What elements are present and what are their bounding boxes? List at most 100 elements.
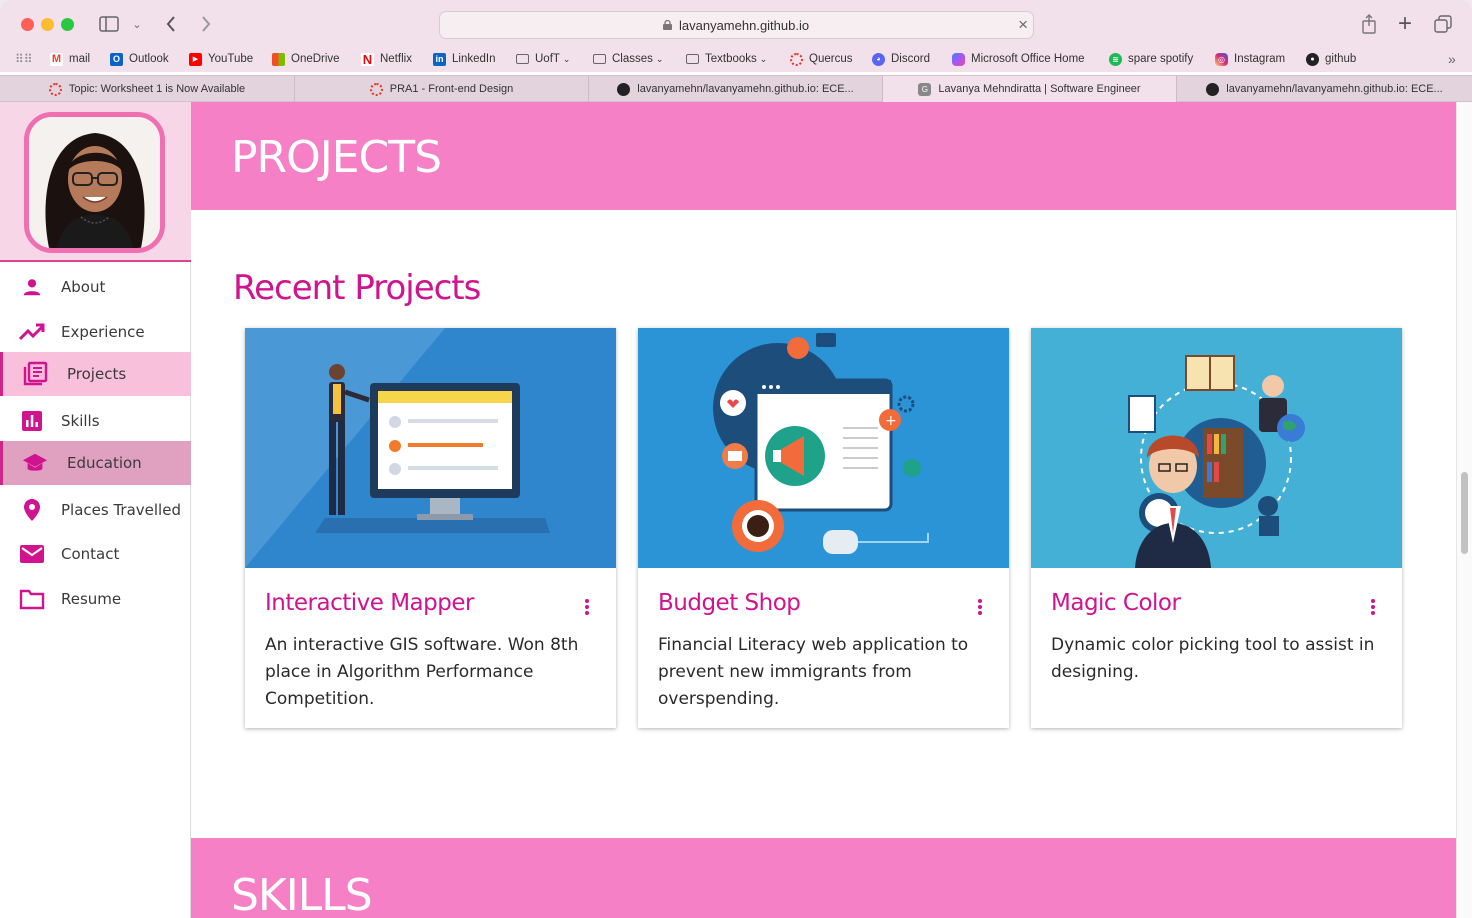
more-vert-icon[interactable] [1370,598,1376,616]
sidebar-item-resume[interactable]: Resume [0,577,191,621]
bookmark-netflix[interactable]: N Netflix [361,50,412,68]
project-card-interactive-mapper[interactable]: Interactive Mapper An interactive GIS so… [245,328,616,728]
discord-icon: ◕ [872,52,885,66]
sidebar-item-experience[interactable]: Experience [0,310,191,354]
project-image [245,328,616,568]
quercus-icon [48,82,62,96]
project-title[interactable]: Interactive Mapper [265,590,474,616]
bookmark-office[interactable]: Microsoft Office Home [952,50,1085,68]
bookmark-label: Textbooks [705,53,757,65]
bookmark-label: Outlook [129,53,169,65]
close-window-button[interactable] [21,18,34,31]
more-vert-icon[interactable] [977,598,983,616]
chevron-down-icon[interactable]: ⌄ [130,14,144,34]
bookmarks-bar: ⠿⠿ Mmail O Outlook ▶ YouTube OneDrive N Net… [0,46,1472,72]
tab-worksheet[interactable]: Topic: Worksheet 1 is Now Available [0,76,295,102]
section-title: SKILLS [231,870,373,918]
section-title: PROJECTS [231,132,442,183]
url-text: lavanyamehn.github.io [679,18,810,33]
project-card-budget-shop[interactable]: + Budget Shop Financial Literacy web app… [638,328,1009,728]
bookmark-label: github [1325,53,1357,65]
scrollbar-thumb[interactable] [1461,472,1468,554]
project-card-magic-color[interactable]: Magic Color Dynamic color picking tool t… [1031,328,1402,728]
bookmark-folder-textbooks[interactable]: Textbooks ⌄ [686,50,767,68]
bookmark-spotify[interactable]: ≋ spare spotify [1109,50,1193,68]
tab-label: lavanyamehn/lavanyamehn.github.io: ECE..… [637,83,854,95]
school-icon [22,450,48,476]
location-pin-icon [19,497,45,523]
sidebar-item-label: Places Travelled [61,501,181,519]
sidebar-item-label: Experience [61,323,145,341]
sidebar-item-contact[interactable]: Contact [0,532,191,576]
tab-github-repo-1[interactable]: lavanyamehn/lavanyamehn.github.io: ECE..… [589,76,883,102]
browser-toolbar: ⌄ lavanyamehn.github.io × + [0,0,1472,46]
project-description: An interactive GIS software. Won 8th pla… [265,635,579,709]
tab-overview-icon[interactable] [1432,14,1454,34]
bookmark-label: YouTube [208,53,254,65]
sidebar-item-label: Education [67,454,142,472]
back-icon[interactable] [160,14,182,34]
bookmark-folder-classes[interactable]: Classes ⌄ [593,50,663,68]
projects-section-header: PROJECTS [191,102,1456,210]
sidebar-item-projects[interactable]: Projects [0,352,191,396]
tab-bar: Topic: Worksheet 1 is Now Available PRA1… [0,75,1472,102]
bookmark-youtube[interactable]: ▶ YouTube [189,50,253,68]
browser-window: ⌄ lavanyamehn.github.io × + ⠿⠿ Mmail O Ou… [0,0,1472,918]
bookmark-label: Classes [612,53,653,65]
tab-github-repo-2[interactable]: lavanyamehn/lavanyamehn.github.io: ECE..… [1177,76,1472,102]
bookmark-folder-uoft[interactable]: UofT ⌄ [516,50,570,68]
linkedin-icon: in [433,52,446,66]
bookmark-label: Microsoft Office Home [971,53,1085,65]
tab-portfolio[interactable]: G Lavanya Mehndiratta | Software Engineer [883,76,1177,102]
bookmark-outlook[interactable]: O Outlook [110,50,169,68]
sidebar-toggle-icon[interactable] [98,14,120,34]
bookmark-label: mail [69,53,91,65]
microsoft-icon [272,52,285,66]
svg-text:+: + [885,413,897,429]
tab-label: PRA1 - Front-end Design [389,83,514,95]
project-description: Financial Literacy web application to pr… [658,635,969,709]
sidebar-item-about[interactable]: About [0,265,191,309]
instagram-icon: ◎ [1215,52,1228,66]
bookmark-label: Netflix [380,53,412,65]
folder-icon [19,586,45,612]
person-icon [19,274,45,300]
bookmark-instagram[interactable]: ◎ Instagram [1215,50,1285,68]
netflix-icon: N [361,51,374,67]
avatar [24,112,165,253]
outlook-icon: O [110,52,123,66]
bookmark-mail[interactable]: Mmail [50,50,90,68]
bookmark-onedrive[interactable]: OneDrive [272,50,340,68]
share-icon[interactable] [1358,14,1380,34]
minimize-window-button[interactable] [41,18,54,31]
sidebar-item-skills[interactable]: Skills [0,399,191,443]
scrollbar[interactable] [1456,102,1472,918]
new-tab-icon[interactable]: + [1394,10,1416,37]
clear-url-icon[interactable]: × [1018,15,1028,35]
chevron-down-icon: ⌄ [759,53,768,64]
sidebar-item-places-travelled[interactable]: Places Travelled [0,488,191,532]
bookmark-quercus[interactable]: Quercus [790,50,852,68]
tab-pra1[interactable]: PRA1 - Front-end Design [295,76,589,102]
office-icon [952,52,965,66]
profile-header [0,102,191,262]
apps-grid-icon[interactable]: ⠿⠿ [15,50,33,68]
more-vert-icon[interactable] [584,598,590,616]
project-title[interactable]: Budget Shop [658,590,801,616]
project-title[interactable]: Magic Color [1051,590,1181,616]
bookmark-label: LinkedIn [452,53,496,65]
sidebar-item-label: Contact [61,545,120,563]
project-image: + [638,328,1009,568]
bar-chart-icon [19,408,45,434]
lock-icon [663,20,672,30]
zoom-window-button[interactable] [61,18,74,31]
more-bookmarks-icon[interactable]: » [1448,50,1456,68]
bookmark-github[interactable]: ● github [1306,50,1356,68]
project-description: Dynamic color picking tool to assist in … [1051,635,1375,682]
sidebar-item-label: Resume [61,590,122,608]
address-bar[interactable]: lavanyamehn.github.io × [439,11,1034,39]
sidebar-item-education[interactable]: Education [0,441,191,485]
bookmark-linkedin[interactable]: in LinkedIn [433,50,495,68]
forward-icon[interactable] [195,14,217,34]
bookmark-discord[interactable]: ◕ Discord [872,50,930,68]
